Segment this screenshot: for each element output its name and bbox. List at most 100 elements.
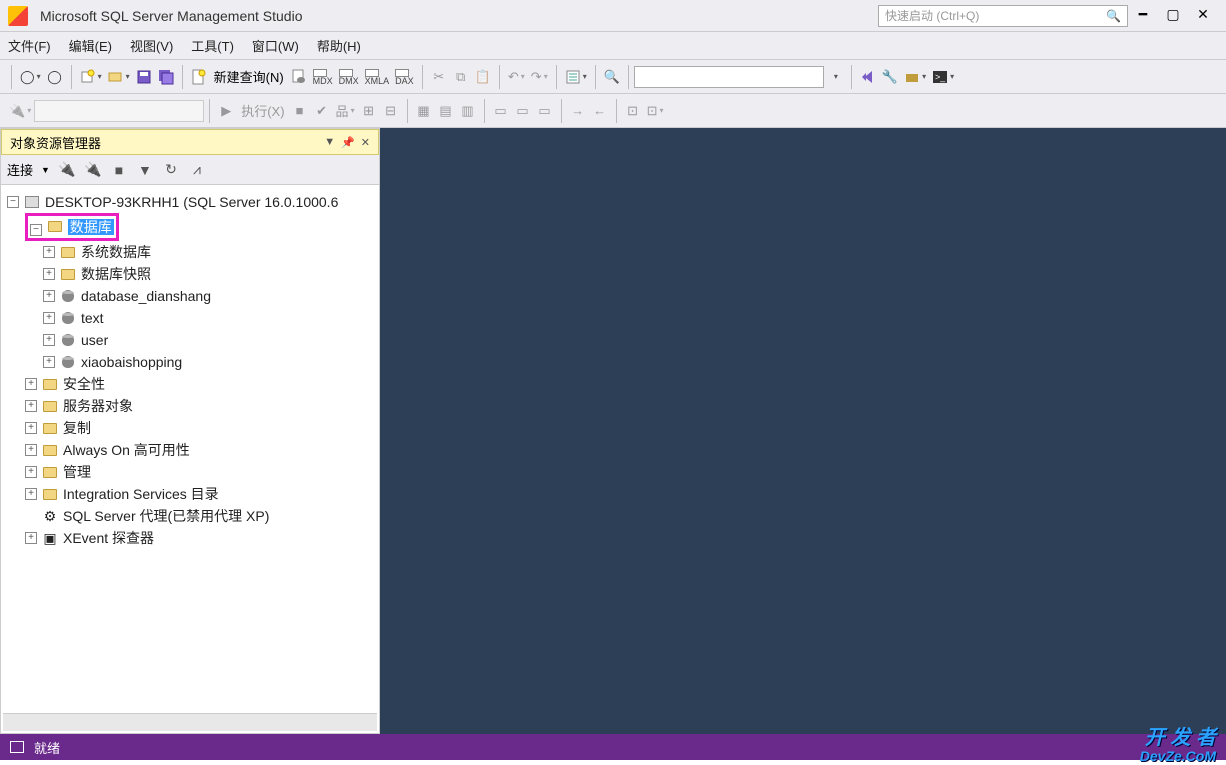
uncomment-button[interactable]: ▭	[512, 99, 534, 123]
engine-query-button[interactable]	[288, 65, 310, 89]
minimize-button[interactable]: ━	[1128, 7, 1158, 24]
parse-button[interactable]: ✔	[311, 99, 333, 123]
activity-icon[interactable]: ⩘	[188, 161, 206, 178]
menu-window[interactable]: 窗口(W)	[252, 36, 299, 55]
redo-button[interactable]: ↷	[528, 65, 551, 89]
plan3-button[interactable]: ⊟	[380, 99, 402, 123]
cmd-button[interactable]: >_	[929, 65, 957, 89]
tree-node[interactable]: 管理	[63, 461, 91, 483]
wrench-icon[interactable]: 🔧	[879, 65, 901, 89]
panel-close-icon[interactable]: ✕	[361, 136, 370, 149]
databases-node[interactable]: 数据库	[68, 219, 114, 235]
tree-node[interactable]: database_dianshang	[81, 285, 211, 307]
menu-view[interactable]: 视图(V)	[130, 36, 173, 55]
indent-button[interactable]: ▭	[534, 99, 556, 123]
expand-icon[interactable]: +	[43, 268, 55, 280]
tree-node[interactable]: 服务器对象	[63, 395, 133, 417]
tree-node[interactable]: SQL Server 代理(已禁用代理 XP)	[63, 505, 269, 527]
connect-label[interactable]: 连接	[7, 160, 33, 179]
menu-file[interactable]: 文件(F)	[8, 36, 51, 55]
tree-node[interactable]: text	[81, 307, 104, 329]
expand-icon[interactable]: +	[43, 246, 55, 258]
back-button[interactable]: ◯	[17, 65, 44, 89]
mdx-query-button[interactable]: MDX	[310, 65, 336, 89]
dax-query-button[interactable]: DAX	[392, 65, 417, 89]
save-all-button[interactable]	[155, 65, 177, 89]
vs-button[interactable]	[857, 65, 879, 89]
refresh-icon[interactable]: ↻	[162, 161, 180, 178]
expand-icon[interactable]: +	[25, 466, 37, 478]
folder-icon	[41, 420, 59, 436]
panel-pin-icon[interactable]: 📌	[341, 136, 355, 149]
new-query-button[interactable]	[188, 65, 210, 89]
quick-launch-input[interactable]: 快速启动 (Ctrl+Q) 🔍	[878, 5, 1128, 27]
copy-button[interactable]: ⧉	[450, 65, 472, 89]
connect-icon[interactable]: 🔌	[58, 161, 76, 178]
menu-edit[interactable]: 编辑(E)	[69, 36, 112, 55]
disconnect-icon[interactable]: 🔌	[84, 161, 102, 178]
indent-inc-button[interactable]: →	[567, 99, 589, 123]
expand-icon[interactable]: +	[43, 312, 55, 324]
solution-config-input[interactable]	[634, 66, 824, 88]
expand-icon[interactable]: +	[25, 400, 37, 412]
properties-button[interactable]	[562, 65, 590, 89]
object-tree[interactable]: −DESKTOP-93KRHH1 (SQL Server 16.0.1000.6…	[1, 185, 379, 713]
close-button[interactable]: ✕	[1188, 7, 1218, 24]
panel-dropdown-icon[interactable]: ▼	[324, 136, 335, 149]
tree-node[interactable]: 系统数据库	[81, 241, 151, 263]
expand-icon[interactable]: +	[25, 532, 37, 544]
expand-icon[interactable]: +	[43, 334, 55, 346]
more-button[interactable]: ⊡	[644, 99, 667, 123]
db-selector[interactable]: 🔌	[6, 99, 34, 123]
new-project-button[interactable]	[77, 65, 105, 89]
execute-label[interactable]: 执行(X)	[241, 101, 284, 120]
tree-node[interactable]: 安全性	[63, 373, 105, 395]
comment-button[interactable]: ▭	[490, 99, 512, 123]
forward-button[interactable]: ◯	[44, 65, 66, 89]
toolbox-button[interactable]	[901, 65, 929, 89]
tree-node[interactable]: Integration Services 目录	[63, 483, 219, 505]
stop-icon[interactable]: ■	[110, 162, 128, 178]
cut-button[interactable]: ✂	[428, 65, 450, 89]
results-file-button[interactable]: ▥	[457, 99, 479, 123]
expand-icon[interactable]: +	[43, 290, 55, 302]
expand-icon[interactable]: +	[25, 488, 37, 500]
expand-icon[interactable]: −	[30, 224, 42, 236]
stop-button[interactable]: ■	[289, 99, 311, 123]
xmla-query-button[interactable]: XMLA	[362, 65, 393, 89]
new-query-label[interactable]: 新建查询(N)	[214, 67, 284, 86]
menu-help[interactable]: 帮助(H)	[317, 36, 361, 55]
specify-values-button[interactable]: ⊡	[622, 99, 644, 123]
undo-button[interactable]: ↶	[505, 65, 528, 89]
save-button[interactable]	[133, 65, 155, 89]
svg-text:>_: >_	[935, 72, 946, 82]
plan-button[interactable]: 品	[333, 99, 358, 123]
expand-icon[interactable]: +	[25, 378, 37, 390]
server-node[interactable]: DESKTOP-93KRHH1 (SQL Server 16.0.1000.6	[45, 191, 338, 213]
tree-node[interactable]: Always On 高可用性	[63, 439, 190, 461]
solution-config-dd[interactable]	[824, 65, 846, 89]
maximize-button[interactable]: ▢	[1158, 7, 1188, 24]
menu-tools[interactable]: 工具(T)	[191, 36, 234, 55]
plan2-button[interactable]: ⊞	[358, 99, 380, 123]
expand-icon[interactable]: +	[25, 422, 37, 434]
horizontal-scrollbar[interactable]	[3, 713, 377, 731]
tree-node[interactable]: 复制	[63, 417, 91, 439]
tree-node[interactable]: 数据库快照	[81, 263, 151, 285]
dmx-query-button[interactable]: DMX	[336, 65, 362, 89]
tree-node[interactable]: XEvent 探查器	[63, 527, 154, 549]
tree-node[interactable]: user	[81, 329, 108, 351]
expand-icon[interactable]: −	[7, 196, 19, 208]
results-grid-button[interactable]: ▦	[413, 99, 435, 123]
filter-icon[interactable]: ▼	[136, 162, 154, 178]
tree-node[interactable]: xiaobaishopping	[81, 351, 182, 373]
expand-icon[interactable]: +	[43, 356, 55, 368]
open-button[interactable]	[105, 65, 133, 89]
execute-button[interactable]: ▶	[215, 99, 237, 123]
expand-icon[interactable]: +	[25, 444, 37, 456]
results-text-button[interactable]: ▤	[435, 99, 457, 123]
indent-dec-button[interactable]: ←	[589, 99, 611, 123]
database-combo[interactable]	[34, 100, 204, 122]
find-button[interactable]: 🔍	[601, 65, 623, 89]
paste-button[interactable]: 📋	[472, 65, 494, 89]
